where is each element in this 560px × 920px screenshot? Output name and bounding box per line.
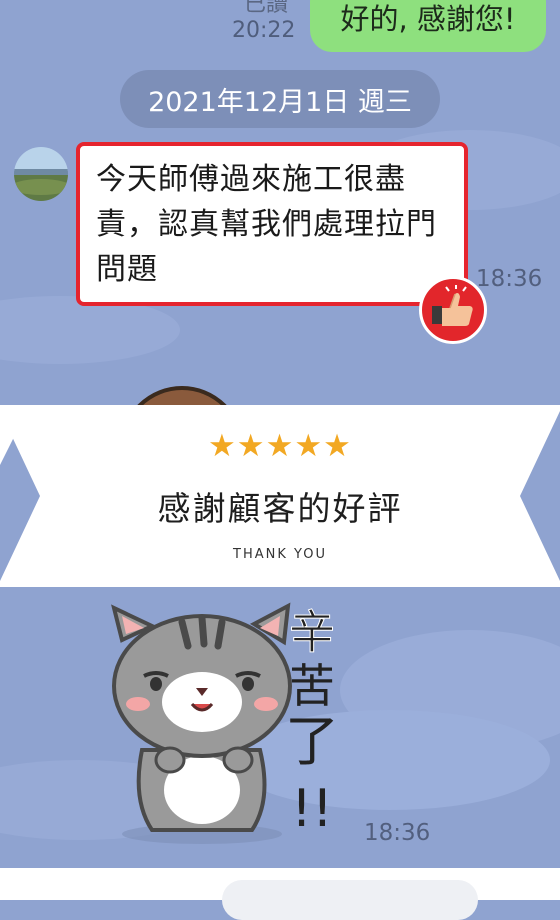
received-message-timestamp: 18:36 bbox=[476, 266, 543, 292]
date-separator-label: 2021年12月1日 週三 bbox=[148, 86, 412, 118]
sticker-caption-char: 辛 bbox=[289, 605, 335, 659]
sent-message-text: 好的, 感謝您! bbox=[340, 2, 516, 36]
sticker-caption-char: 了 bbox=[285, 710, 339, 773]
read-receipt-label: 已讀 bbox=[244, 0, 289, 17]
date-separator: 2021年12月1日 週三 bbox=[120, 70, 440, 128]
sticker-caption: 辛 苦 了 !! bbox=[285, 605, 339, 840]
review-card-title: 感謝顧客的好評 bbox=[157, 489, 403, 528]
review-card-subtitle: THANK YOU bbox=[233, 547, 327, 562]
rating-stars: ★★★★★ bbox=[208, 428, 352, 464]
next-message-bubble[interactable] bbox=[222, 880, 478, 920]
sticker-caption-char: 苦 bbox=[289, 659, 335, 713]
sticker-timestamp: 18:36 bbox=[364, 820, 431, 846]
avatar[interactable] bbox=[14, 147, 68, 201]
sticker-caption-char: !! bbox=[291, 779, 333, 839]
avatar-landscape-icon bbox=[14, 147, 68, 201]
thumbs-up-icon bbox=[432, 285, 473, 326]
received-message-text: 今天師傅過來施工很盡責，認真幫我們處理拉門問題 bbox=[96, 162, 437, 287]
sent-message-bubble[interactable]: 好的, 感謝您! bbox=[310, 0, 546, 52]
message-timestamp: 20:22 bbox=[232, 18, 296, 43]
thumbs-up-badge bbox=[419, 276, 487, 344]
